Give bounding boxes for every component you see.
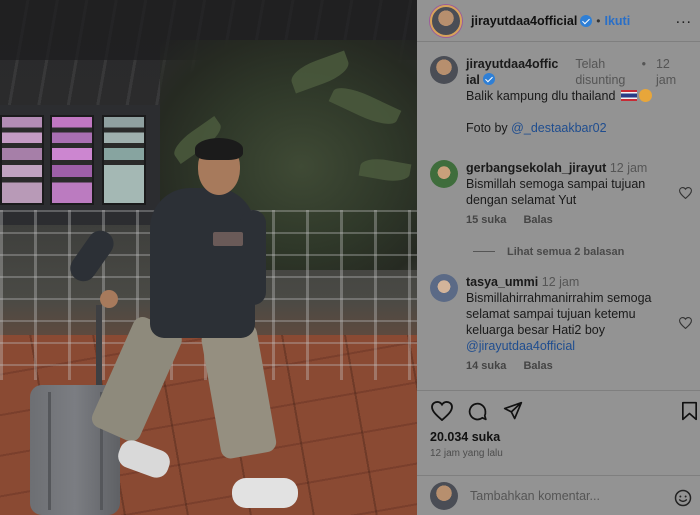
comment-actions: 14 suka Balas — [466, 360, 692, 372]
photo-wall-panel — [102, 115, 146, 205]
comment-likes[interactable]: 15 suka — [466, 214, 506, 226]
comment-username[interactable]: tasya_ummi — [466, 275, 538, 289]
person-hair — [195, 138, 243, 160]
comment-icon[interactable] — [467, 401, 488, 422]
caption-avatar[interactable] — [430, 56, 458, 84]
photo-wall-panel — [0, 115, 44, 205]
reply-button[interactable]: Balas — [523, 214, 552, 226]
author-avatar[interactable] — [430, 4, 462, 37]
comment-actions: 15 suka Balas — [466, 214, 692, 226]
bookmark-icon[interactable] — [681, 401, 698, 421]
person-hand — [100, 290, 118, 308]
comment-username[interactable]: gerbangsekolah_jirayut — [466, 161, 606, 175]
commenter-avatar[interactable] — [430, 274, 458, 302]
likes-count[interactable]: 20.034 suka — [430, 430, 500, 444]
post-time: 12 jam yang lalu — [430, 448, 503, 459]
thailand-flag-icon — [620, 90, 637, 101]
comment-age: 12 jam — [609, 161, 648, 175]
current-user-avatar — [430, 481, 458, 510]
heart-icon[interactable] — [431, 401, 453, 421]
comment-body: gerbangsekolah_jirayut 12 jam Bismillah … — [466, 160, 681, 208]
comment-item: tasya_ummi 12 jam Bismillahirrahmanirrah… — [430, 274, 692, 372]
caption-body: jirayutdaa4offic ial Telah disunting • 1… — [466, 56, 684, 136]
more-options-icon[interactable]: ... — [676, 10, 692, 28]
comment-item: gerbangsekolah_jirayut 12 jam Bismillah … — [430, 160, 692, 226]
hoodie-print — [213, 232, 243, 246]
post-caption: jirayutdaa4offic ial Telah disunting • 1… — [430, 56, 692, 136]
post-sidebar: jirayutdaa4official • Ikuti ... jirayutd… — [417, 0, 700, 515]
suitcase-handle — [96, 305, 102, 390]
comment-mention[interactable]: @jirayutdaa4official — [466, 338, 681, 354]
send-icon[interactable] — [503, 401, 523, 421]
post-action-bar — [417, 390, 700, 430]
suitcase-ridge — [48, 392, 51, 510]
photo-credit-prefix: Foto by — [466, 121, 508, 135]
header-separator: • — [596, 13, 601, 28]
author-username[interactable]: jirayutdaa4official — [471, 14, 577, 28]
smiling-face-icon — [638, 89, 652, 102]
follow-button[interactable]: Ikuti — [605, 14, 631, 28]
comment-age: 12 jam — [541, 275, 580, 289]
comment-likes[interactable]: 14 suka — [466, 360, 506, 372]
view-replies-button[interactable]: Lihat semua 2 balasan — [473, 246, 624, 258]
caption-username[interactable]: jirayutdaa4offic ial — [466, 57, 558, 87]
comment-body: tasya_ummi 12 jam Bismillahirrahmanirrah… — [466, 274, 681, 354]
photo-wall-panel — [50, 115, 94, 205]
reply-button[interactable]: Balas — [523, 360, 552, 372]
caption-age: 12 jam — [655, 57, 677, 87]
post-header: jirayutdaa4official • Ikuti ... — [417, 0, 700, 42]
person-shoe — [232, 478, 298, 508]
caption-separator: • — [641, 57, 647, 71]
commenter-avatar[interactable] — [430, 160, 458, 188]
post-photo[interactable] — [0, 0, 417, 515]
add-comment-bar — [417, 475, 700, 515]
person-arm — [240, 210, 266, 305]
comment-text: Bismillahirrahmanirrahim semoga selamat … — [466, 291, 652, 337]
comment-heart-icon[interactable] — [679, 187, 692, 199]
comment-text: Bismillah semoga sampai tujuan dengan se… — [466, 177, 646, 207]
comment-input[interactable] — [470, 488, 660, 503]
verified-icon — [482, 73, 495, 85]
photo-credit-mention[interactable]: @_destaakbar02 — [511, 121, 606, 135]
verified-icon — [580, 14, 593, 27]
comment-heart-icon[interactable] — [679, 317, 692, 329]
caption-text: Balik kampung dlu thailand — [466, 89, 616, 103]
caption-edited: Telah disunting — [575, 57, 626, 87]
emoji-icon[interactable] — [674, 489, 692, 507]
